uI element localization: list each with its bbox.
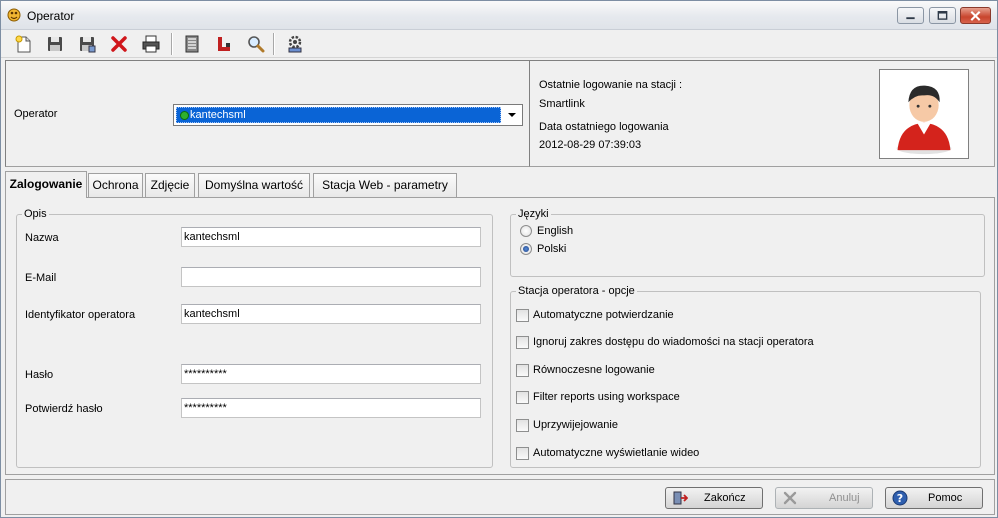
- checkbox-concurrent-login-label: Równoczesne logowanie: [533, 364, 655, 376]
- password-label: Hasło: [25, 369, 54, 381]
- tab-zalogowanie[interactable]: Zalogowanie: [5, 171, 87, 198]
- toolbar-separator: [273, 33, 275, 55]
- checkbox-auto-video[interactable]: [516, 447, 529, 460]
- settings-button[interactable]: [284, 33, 306, 55]
- checkbox-filter-reports[interactable]: [516, 391, 529, 404]
- email-input[interactable]: [181, 267, 481, 287]
- maximize-icon: [937, 11, 948, 20]
- languages-group: Języki English Polski: [510, 208, 985, 277]
- checkbox-ignore-access[interactable]: [516, 336, 529, 349]
- minimize-icon: [906, 17, 915, 20]
- status-dot-icon: [180, 111, 189, 120]
- toolbar: [1, 30, 997, 58]
- operator-combo-value: kantechsml: [176, 107, 501, 123]
- search-icon: [248, 36, 265, 53]
- operator-combo-text: kantechsml: [190, 109, 246, 121]
- opis-group: Opis Nazwa E-Mail Identyfikator operator…: [16, 208, 493, 468]
- new-document-icon: [15, 35, 31, 53]
- confirm-password-label: Potwierdź hasło: [25, 403, 103, 415]
- link-icon: [218, 37, 230, 51]
- checkbox-auto-video-label: Automatyczne wyświetlanie wideo: [533, 447, 700, 459]
- station-options-group: Stacja operatora - opcje Automatyczne po…: [510, 285, 981, 468]
- window-title: Operator: [27, 9, 75, 23]
- checkbox-auto-confirm[interactable]: [516, 309, 529, 322]
- delete-icon: [111, 36, 127, 52]
- opis-legend: Opis: [22, 208, 49, 220]
- cancel-x-icon: [783, 491, 797, 505]
- save-icon: [48, 37, 62, 51]
- operator-select-panel: Operator kantechsml: [5, 60, 529, 167]
- close-button[interactable]: [960, 7, 991, 24]
- help-button-label: Pomoc: [928, 492, 963, 504]
- tab-domyslna-wartosc[interactable]: Domyślna wartość: [198, 173, 310, 197]
- operator-combobox[interactable]: kantechsml: [173, 104, 523, 126]
- user-avatar-icon: [896, 85, 952, 155]
- last-login-date-label: Data ostatniego logowania: [539, 121, 669, 133]
- link-button[interactable]: [213, 33, 235, 55]
- minimize-button[interactable]: [897, 7, 924, 24]
- help-icon: ?: [892, 490, 908, 506]
- checkbox-privileges-label: Uprzywijejowanie: [533, 419, 618, 431]
- tab-ochrona[interactable]: Ochrona: [88, 173, 143, 197]
- last-login-date-value: 2012-08-29 07:39:03: [539, 139, 642, 151]
- save-as-button[interactable]: [76, 33, 98, 55]
- confirm-password-input[interactable]: [181, 398, 481, 418]
- station-options-legend: Stacja operatora - opcje: [516, 285, 637, 297]
- chevron-down-icon[interactable]: [504, 107, 520, 123]
- email-label: E-Mail: [25, 272, 57, 284]
- last-login-station-label: Ostatnie logowanie na stacji :: [539, 79, 683, 91]
- svg-text:?: ?: [897, 492, 903, 505]
- help-button[interactable]: ? Pomoc: [885, 487, 983, 509]
- toolbar-separator: [171, 33, 173, 55]
- last-login-station-value: Smartlink: [539, 98, 585, 110]
- radio-polski-label: Polski: [537, 243, 567, 255]
- checkbox-filter-reports-label: Filter reports using workspace: [533, 391, 680, 403]
- finish-button-label: Zakończ: [704, 492, 746, 504]
- printer-icon: [142, 35, 160, 53]
- gear-icon: [288, 35, 302, 53]
- checkbox-ignore-access-label: Ignoruj zakres dostępu do wiadomości na …: [533, 336, 814, 348]
- delete-button[interactable]: [108, 33, 130, 55]
- operator-id-input[interactable]: [181, 304, 481, 324]
- new-button[interactable]: [13, 33, 35, 55]
- avatar: [879, 69, 969, 159]
- tab-content-zalogowanie: Opis Nazwa E-Mail Identyfikator operator…: [5, 197, 995, 475]
- name-input[interactable]: [181, 227, 481, 247]
- save-all-icon: [80, 37, 96, 53]
- name-label: Nazwa: [25, 232, 59, 244]
- close-icon: [970, 11, 981, 21]
- finish-button[interactable]: Zakończ: [665, 487, 763, 509]
- maximize-button[interactable]: [929, 7, 956, 24]
- radio-polski[interactable]: [520, 243, 532, 255]
- operator-id-label: Identyfikator operatora: [25, 309, 136, 321]
- password-input[interactable]: [181, 364, 481, 384]
- operator-window: Operator Operator kantechsml Ostatnie lo…: [0, 0, 998, 518]
- checkbox-concurrent-login[interactable]: [516, 364, 529, 377]
- title-bar: Operator: [1, 1, 997, 30]
- radio-english-label: English: [537, 225, 574, 237]
- save-button[interactable]: [44, 33, 66, 55]
- tab-stacja-web[interactable]: Stacja Web - parametry: [313, 173, 457, 197]
- operator-label: Operator: [14, 108, 58, 120]
- app-icon: [7, 8, 21, 22]
- cancel-button-label: Anuluj: [829, 492, 860, 504]
- list-icon: [185, 35, 199, 53]
- last-login-panel: Ostatnie logowanie na stacji : Smartlink…: [529, 60, 995, 167]
- bottom-button-bar: Zakończ Anuluj ? Pomoc: [5, 479, 995, 515]
- checkbox-privileges[interactable]: [516, 419, 529, 432]
- search-button[interactable]: [245, 33, 267, 55]
- checkbox-auto-confirm-label: Automatyczne potwierdzanie: [533, 309, 674, 321]
- cancel-button[interactable]: Anuluj: [775, 487, 873, 509]
- list-button[interactable]: [181, 33, 203, 55]
- print-button[interactable]: [140, 33, 162, 55]
- languages-legend: Języki: [516, 208, 551, 220]
- tab-zdjecie[interactable]: Zdjęcie: [145, 173, 195, 197]
- radio-english[interactable]: [520, 225, 532, 237]
- exit-door-icon: [673, 491, 688, 505]
